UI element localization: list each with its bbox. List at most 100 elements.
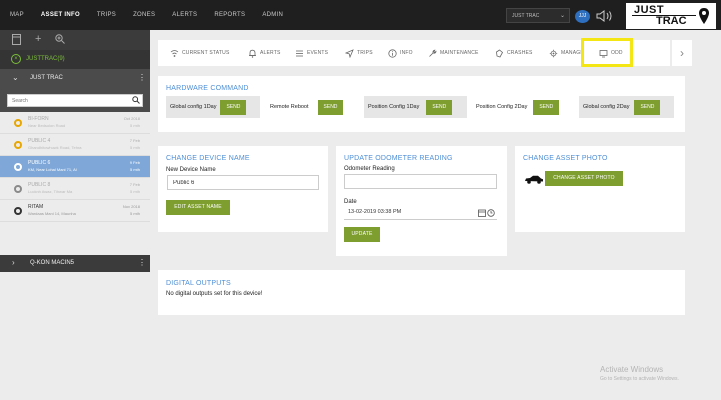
vehicle-name: PUBLIC 4 [28,138,51,144]
odometer-reading-input[interactable] [344,174,497,189]
tab-label: TRIPS [357,50,373,56]
command-label: Remote Reboot [270,104,309,110]
change-asset-photo-button[interactable]: CHANGE ASSET PHOTO [545,171,623,186]
vehicle-date: 7 Feb [129,182,140,187]
vehicle-row[interactable]: BI-FORN Near Bedsolon Road Oct 2018 5 mt… [0,112,150,134]
tab-label: CURRENT STATUS [182,50,230,56]
wifi-icon [170,49,179,57]
logo-text-trac: TRAC [656,15,687,27]
vehicle-date: Nov 2018 [122,204,140,209]
digital-outputs-title: DIGITAL OUTPUTS [166,280,231,287]
vehicle-row[interactable]: RITAM Wardaas Mani 14, Maunha Nov 2018 5… [0,200,150,222]
update-odometer-title: UPDATE ODOMETER READING [344,155,453,162]
document-icon[interactable] [12,34,21,45]
nav-admin[interactable]: ADMIN [262,12,283,18]
vehicle-ago: 5 mth [129,145,140,150]
nav-reports[interactable]: REPORTS [214,12,245,18]
nav-map[interactable]: MAP [10,12,24,18]
crash-icon [496,49,504,57]
vehicle-address: Ghandhitowhuwk Road, Tehra [28,145,82,150]
vehicle-date: 9 Feb [129,160,140,165]
command-label: Global config 2Day [583,104,630,110]
odd-tab-highlight [581,38,633,67]
nav-zones[interactable]: ZONES [133,12,155,18]
car-icon [525,175,543,184]
digital-outputs-panel: DIGITAL OUTPUTS No digital outputs set f… [158,270,685,315]
nav-trips[interactable]: TRIPS [97,12,116,18]
info-icon [388,48,397,58]
tab-crashes[interactable]: CRASHES [495,40,533,66]
account-select[interactable]: JUST TRAC ⌄ [506,8,570,23]
vehicle-row[interactable]: PUBLIC 8 Lucknh Awaz, Tihwar Ma 7 Feb 5 … [0,178,150,200]
speaker-icon[interactable] [595,9,615,23]
send-button[interactable]: SEND [220,99,247,115]
kebab-menu-icon[interactable]: ⋮ [138,73,146,82]
tab-label: MAINTENANCE [440,50,479,56]
vehicle-ago: 5 mth [129,123,140,128]
update-button[interactable]: UPDATE [344,227,380,242]
chevron-right-icon[interactable]: › [672,40,692,66]
clock-icon[interactable] [487,209,495,217]
vehicle-date: Oct 2018 [123,116,140,121]
send-button[interactable]: SEND [426,99,453,115]
gear-icon [549,49,558,57]
zoom-in-icon[interactable] [55,34,65,44]
send-button[interactable]: SEND [533,99,560,115]
change-device-name-title: CHANGE DEVICE NAME [166,155,250,162]
parent-account[interactable]: × JUSTTRAC(9) [0,50,150,69]
tab-label: INFO [400,50,413,56]
vehicle-name: PUBLIC 6 [28,160,51,166]
search-input[interactable] [7,94,143,107]
date-input[interactable]: 13-02-2019 03:38 PM [344,207,497,220]
chevron-down-icon[interactable]: ⌄ [12,73,19,82]
nav-alerts[interactable]: ALERTS [172,12,197,18]
tab-maintenance[interactable]: MAINTENANCE [428,40,479,66]
close-circle-icon[interactable]: × [11,54,21,64]
navigation-icon [345,48,354,58]
hw-command-global-config-1day: Global config 1Day SEND [166,96,260,118]
map-pin-icon [699,8,709,24]
nav-asset-info[interactable]: ASSET INFO [41,12,80,18]
vehicle-name: RITAM [28,204,44,210]
command-label: Position Config 1Day [368,104,420,110]
tab-label: CRASHES [507,50,533,56]
new-device-name-label: New Device Name [166,167,216,173]
odometer-reading-label: Odometer Reading [344,166,395,172]
status-dot-icon [14,185,22,193]
vehicle-ago: 5 mth [129,211,140,216]
vehicle-row-selected[interactable]: PUBLIC 6 KM, Near Lohal Mani 71, Al 9 Fe… [0,156,150,178]
avatar[interactable]: JJJ [575,10,590,23]
sidebar-toolbar: + [0,30,150,50]
device-name-input[interactable] [167,175,319,190]
edit-asset-name-button[interactable]: EDIT ASSET NAME [166,200,230,215]
tab-trips[interactable]: TRIPS [345,40,373,66]
group-qkon[interactable]: › Q-KON MACIN5 ⋮ [0,255,150,272]
status-dot-icon [14,207,22,215]
tab-label: ALERTS [260,50,281,56]
add-icon[interactable]: + [35,34,41,45]
tab-events[interactable]: EVENTS [295,40,328,66]
send-button[interactable]: SEND [634,99,661,115]
command-label: Global config 1Day [170,104,217,110]
wrench-icon [429,49,437,57]
tab-current-status[interactable]: CURRENT STATUS [170,40,230,66]
tab-info[interactable]: INFO [388,40,413,66]
search-icon[interactable] [132,96,140,104]
change-device-name-panel: CHANGE DEVICE NAME New Device Name EDIT … [158,146,328,232]
chevron-right-icon[interactable]: › [12,258,15,267]
tab-alerts[interactable]: ALERTS [248,40,281,66]
date-value: 13-02-2019 03:38 PM [348,209,402,215]
send-button[interactable]: SEND [317,99,344,115]
hw-command-position-config-1day: Position Config 1Day SEND [364,96,467,118]
vehicle-date: 7 Feb [129,138,140,143]
update-odometer-panel: UPDATE ODOMETER READING Odometer Reading… [336,146,507,256]
list-icon [296,50,303,56]
status-dot-icon [14,119,22,127]
vehicle-ago: 5 mth [129,189,140,194]
logo: JUST TRAC [626,3,716,29]
calendar-icon[interactable] [478,209,486,217]
change-asset-photo-title: CHANGE ASSET PHOTO [523,155,608,162]
vehicle-row[interactable]: PUBLIC 4 Ghandhitowhuwk Road, Tehra 7 Fe… [0,134,150,156]
kebab-menu-icon[interactable]: ⋮ [138,258,146,267]
vehicle-address: Wardaas Mani 14, Maunha [28,211,76,216]
